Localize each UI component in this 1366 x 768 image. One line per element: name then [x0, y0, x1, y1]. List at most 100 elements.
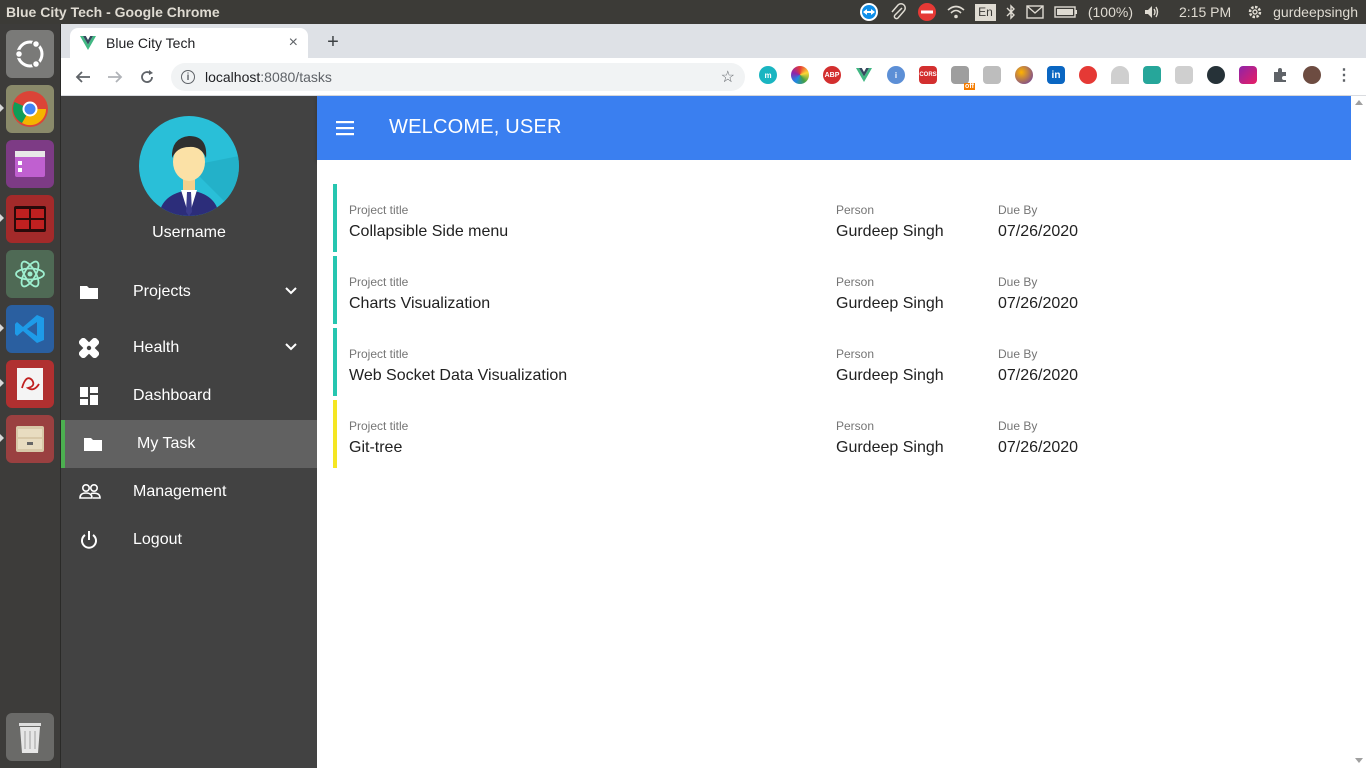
chrome-launcher-icon[interactable]: [6, 85, 54, 133]
tab-close-icon[interactable]: ×: [289, 34, 298, 52]
address-bar[interactable]: i localhost:8080/tasks ☆: [171, 63, 745, 91]
ext-adblock-icon[interactable]: ABP: [823, 66, 841, 84]
project-title-label: Project title: [349, 347, 409, 361]
chevron-down-icon[interactable]: [285, 284, 297, 296]
ext-color-picker-icon[interactable]: [983, 66, 1001, 84]
reload-icon[interactable]: [131, 61, 163, 93]
bluetooth-icon[interactable]: [1006, 4, 1016, 20]
sidebar-item-health[interactable]: Health: [61, 324, 317, 372]
volume-icon[interactable]: [1143, 4, 1161, 20]
side-menu: Username Projects Health Dashboard My Ta…: [61, 96, 317, 768]
due-label: Due By: [998, 347, 1038, 361]
vscode-launcher-icon[interactable]: [6, 305, 54, 353]
dashboard-icon: [79, 386, 99, 406]
sidebar-item-label: Health: [133, 339, 180, 356]
ext-eye-icon[interactable]: [1207, 66, 1225, 84]
sidebar-item-dashboard[interactable]: Dashboard: [61, 372, 317, 420]
sidebar-item-label: Dashboard: [133, 387, 212, 404]
settings-gear-icon[interactable]: [1247, 4, 1263, 20]
task-row[interactable]: Project title Git-tree Person Gurdeep Si…: [333, 400, 1333, 468]
scroll-down-arrow-icon[interactable]: [1355, 758, 1363, 763]
project-title-label: Project title: [349, 275, 409, 289]
app-launcher-icon[interactable]: [6, 140, 54, 188]
forward-arrow-icon[interactable]: [99, 61, 131, 93]
sidebar-item-logout[interactable]: Logout: [61, 516, 317, 564]
extensions-puzzle-icon[interactable]: [1271, 66, 1289, 84]
ext-shield-icon[interactable]: [1143, 66, 1161, 84]
system-tray: En (100%) 2:15 PM gurdeepsingh: [859, 2, 1366, 22]
mail-icon[interactable]: [1026, 5, 1044, 19]
tab-title: Blue City Tech: [106, 35, 196, 51]
due-label: Due By: [998, 275, 1038, 289]
task-list: Project title Collapsible Side menu Pers…: [317, 160, 1351, 768]
person-label: Person: [836, 419, 875, 433]
ext-color-icon[interactable]: [791, 66, 809, 84]
document-viewer-icon[interactable]: [6, 360, 54, 408]
atom-launcher-icon[interactable]: [6, 250, 54, 298]
site-info-icon[interactable]: i: [181, 70, 195, 84]
terminal-launcher-icon[interactable]: [6, 195, 54, 243]
sidebar-item-label: Logout: [133, 531, 182, 548]
ext-rule-icon[interactable]: [1175, 66, 1193, 84]
trash-icon[interactable]: [6, 713, 54, 761]
do-not-disturb-icon[interactable]: [917, 2, 937, 22]
hamburger-menu-icon[interactable]: [335, 118, 355, 138]
scroll-up-arrow-icon[interactable]: [1355, 100, 1363, 105]
back-arrow-icon[interactable]: [67, 61, 99, 93]
ext-linkedin-icon[interactable]: in: [1047, 66, 1065, 84]
new-tab-button[interactable]: +: [321, 30, 345, 54]
sidebar-item-label: Projects: [133, 283, 191, 300]
due-label: Due By: [998, 419, 1038, 433]
due-label: Due By: [998, 203, 1038, 217]
battery-icon[interactable]: [1054, 6, 1078, 18]
due-value: 07/26/2020: [998, 367, 1079, 384]
project-title-value: Web Socket Data Visualization: [349, 367, 568, 384]
app-header: WELCOME, USER: [317, 96, 1351, 160]
person-label: Person: [836, 347, 875, 361]
person-value: Gurdeep Singh: [836, 439, 944, 456]
task-row[interactable]: Project title Collapsible Side menu Pers…: [333, 184, 1333, 252]
sidebar-item-my-task[interactable]: My Task: [61, 420, 317, 468]
project-title-label: Project title: [349, 203, 409, 217]
side-menu-list: Projects Health Dashboard My Task Manage…: [61, 268, 317, 564]
person-label: Person: [836, 203, 875, 217]
ext-off-icon[interactable]: off: [951, 66, 975, 90]
window-title: Blue City Tech - Google Chrome: [6, 4, 220, 20]
user-name[interactable]: gurdeepsingh: [1273, 4, 1358, 20]
url-path: :8080/tasks: [260, 69, 332, 85]
clock[interactable]: 2:15 PM: [1179, 4, 1231, 20]
profile-avatar-icon[interactable]: [1303, 66, 1321, 84]
paperclip-icon[interactable]: [889, 3, 907, 21]
ext-pen-icon[interactable]: [1239, 66, 1257, 84]
ubuntu-dash-icon[interactable]: [6, 30, 54, 78]
os-top-panel: Blue City Tech - Google Chrome En (100%)…: [0, 0, 1366, 24]
task-row[interactable]: Project title Web Socket Data Visualizat…: [333, 328, 1333, 396]
teamviewer-icon[interactable]: [859, 2, 879, 22]
welcome-title: WELCOME, USER: [389, 116, 562, 139]
browser-tab-strip: Blue City Tech × +: [61, 24, 1366, 58]
browser-menu-icon[interactable]: ⋮: [1335, 66, 1353, 84]
file-cabinet-icon[interactable]: [6, 415, 54, 463]
ext-m-icon[interactable]: m: [759, 66, 777, 84]
chevron-down-icon[interactable]: [285, 340, 297, 352]
bookmark-star-icon[interactable]: ☆: [721, 67, 735, 87]
keyboard-layout-indicator[interactable]: En: [975, 3, 996, 21]
page-scrollbar[interactable]: [1351, 96, 1366, 768]
project-title-label: Project title: [349, 419, 409, 433]
folder-icon: [79, 282, 99, 302]
ext-game-icon[interactable]: [1079, 66, 1097, 84]
ext-info-icon[interactable]: i: [887, 66, 905, 84]
ext-arc-icon[interactable]: [1111, 66, 1129, 84]
app-root: Username Projects Health Dashboard My Ta…: [61, 96, 1366, 768]
task-row[interactable]: Project title Charts Visualization Perso…: [333, 256, 1333, 324]
browser-tab[interactable]: Blue City Tech ×: [70, 28, 308, 58]
ext-vue-devtools-icon[interactable]: [855, 66, 873, 84]
wifi-icon[interactable]: [947, 4, 965, 20]
due-value: 07/26/2020: [998, 295, 1079, 312]
battery-percent: (100%): [1087, 4, 1133, 20]
ext-s-icon[interactable]: [1015, 66, 1033, 84]
ext-cors-icon[interactable]: CORS: [919, 66, 937, 84]
sidebar-item-management[interactable]: Management: [61, 468, 317, 516]
sidebar-item-projects[interactable]: Projects: [61, 268, 317, 316]
person-label: Person: [836, 275, 875, 289]
